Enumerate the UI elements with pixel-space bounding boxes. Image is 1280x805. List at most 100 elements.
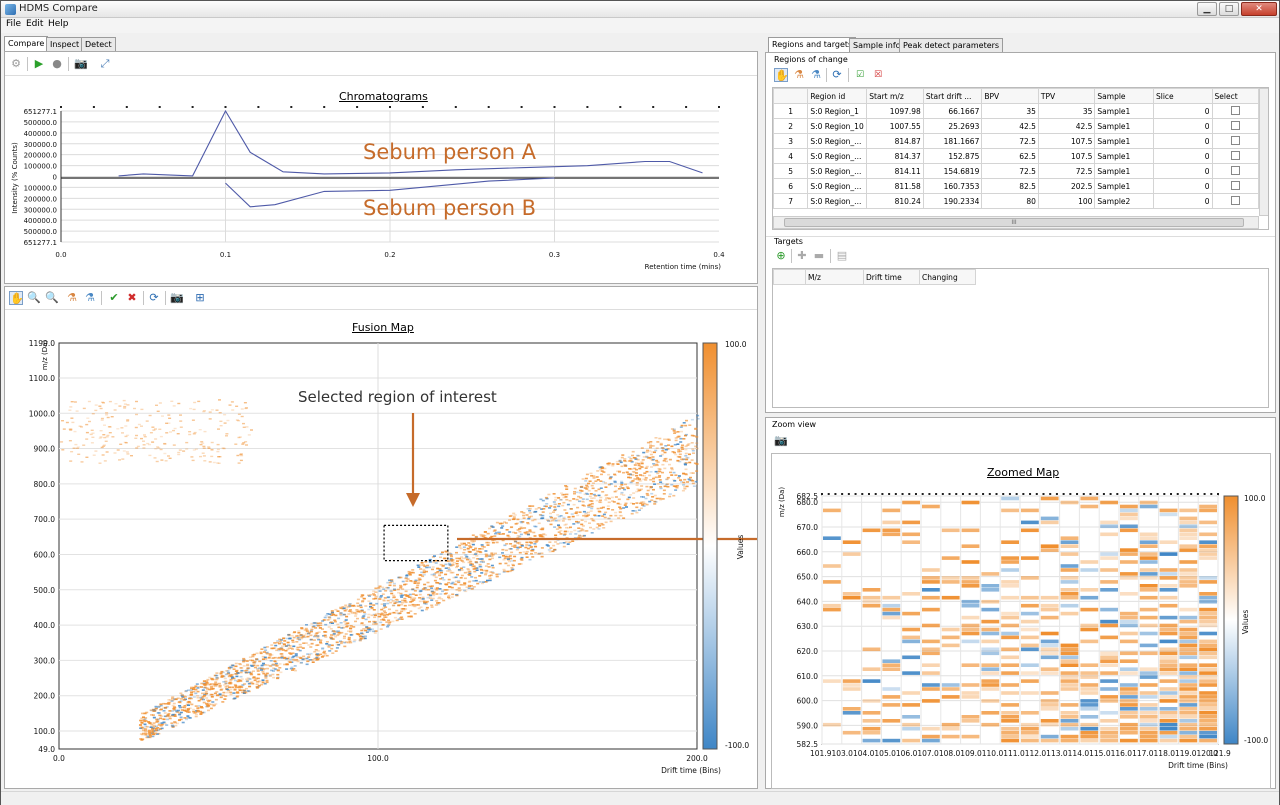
flask-blue-icon[interactable]: ⚗	[809, 68, 823, 82]
regions-horizontal-scrollbar[interactable]: III	[773, 216, 1259, 229]
flask-orange-icon[interactable]: ⚗	[65, 291, 79, 305]
fullscreen-icon[interactable]: ⤢	[98, 57, 112, 71]
regions-col-2[interactable]: Start m/z	[866, 88, 924, 104]
regions-col-4[interactable]: BPV	[981, 88, 1039, 104]
zoom-out-icon[interactable]: 🔍	[45, 291, 59, 305]
zoom-tick-mark	[935, 493, 938, 495]
targets-col-drift-time[interactable]: Drift time	[863, 269, 920, 285]
regions-col-6[interactable]: Sample	[1094, 88, 1154, 104]
select-checkbox[interactable]	[1230, 150, 1240, 160]
regions-col-3[interactable]: Start drift ...	[922, 88, 983, 104]
zoom-y-tick: 680.0	[797, 498, 819, 507]
menu-file[interactable]: File	[6, 19, 21, 29]
stop-icon[interactable]: ●	[50, 57, 64, 71]
refresh-icon[interactable]: ⟳	[830, 68, 844, 82]
zoom-colorbar-max: 100.0	[1244, 494, 1266, 503]
zoomed-map-plot[interactable]: 682.5680.0670.0660.0650.0640.0630.0620.0…	[772, 482, 1270, 788]
table-cell: 814.37	[866, 148, 924, 164]
chromatogram-plot: 651277.1 500000.0 400000.0 300000.0 200000.0…	[11, 106, 725, 271]
targets-col-changing[interactable]: Changing	[919, 269, 976, 285]
table-cell: 0	[1152, 118, 1213, 134]
regions-col-7[interactable]: Slice	[1152, 88, 1213, 104]
chromatogram-x-tick: 0.1	[220, 251, 231, 259]
table-row[interactable]: 3 S:0 Region_... 814.87 181.1667 72.5 107.5 Sa…	[773, 133, 1260, 149]
chromatogram-tick-mark	[487, 106, 490, 108]
tab-detect[interactable]: Detect	[81, 37, 116, 52]
select-cell	[1211, 133, 1260, 149]
accept-icon[interactable]: ✔	[107, 291, 121, 305]
table-cell: S:0 Region_...	[807, 163, 868, 179]
regions-col-5[interactable]: TPV	[1037, 88, 1096, 104]
remove-target-icon[interactable]: ▬	[812, 249, 826, 263]
title-bar: HDMS Compare ▁ □ ✕	[1, 1, 1279, 18]
table-row[interactable]: 5 S:0 Region_... 814.11 154.6819 72.5 72.5 Sam…	[773, 163, 1260, 179]
refresh-icon[interactable]: ⟳	[147, 291, 161, 305]
tab-sample-info[interactable]: Sample info	[849, 38, 905, 53]
zoom-tick-mark	[1210, 493, 1213, 495]
tab-peak-detect-parameters[interactable]: Peak detect parameters	[899, 38, 1004, 53]
select-region-icon[interactable]: ✋	[9, 291, 24, 305]
regions-col-0[interactable]	[773, 88, 809, 104]
targets-col-mz[interactable]: M/z	[805, 269, 864, 285]
flask-blue-icon[interactable]: ⚗	[83, 291, 97, 305]
fusion-x-label: Drift time (Bins)	[661, 766, 721, 775]
select-checkbox[interactable]	[1230, 180, 1240, 190]
menu-edit[interactable]: Edit	[26, 19, 43, 29]
select-checkbox[interactable]	[1230, 135, 1240, 145]
camera-icon[interactable]: 📷	[170, 291, 184, 305]
zoom-tick-mark	[1082, 493, 1085, 495]
regions-col-8[interactable]: Select	[1211, 88, 1260, 104]
tab-inspect[interactable]: Inspect	[46, 37, 84, 52]
zoom-tick-mark	[1049, 493, 1052, 495]
add-target-icon[interactable]: ✚	[795, 249, 809, 263]
fusion-x-tick: 0.0	[53, 754, 65, 763]
menu-help[interactable]: Help	[48, 19, 69, 29]
zoom-y-tick: 582.5	[797, 740, 819, 749]
scrollbar-thumb[interactable]: III	[784, 218, 1244, 227]
uncheck-all-icon[interactable]: ☒	[871, 68, 885, 82]
table-row[interactable]: 6 S:0 Region_... 811.58 160.7353 82.5 202.5 Sa…	[773, 178, 1260, 194]
flask-orange-icon[interactable]: ⚗	[792, 68, 806, 82]
toolbar-separator	[143, 291, 144, 305]
toolbar-separator	[101, 291, 102, 305]
fusion-y-tick: 100.0	[34, 727, 56, 736]
select-checkbox[interactable]	[1230, 165, 1240, 175]
zoom-tick-mark	[948, 493, 951, 495]
settings-icon[interactable]: ⚙	[9, 57, 23, 71]
target-list-icon[interactable]: ▤	[835, 249, 849, 263]
app-icon	[5, 4, 16, 15]
minimize-button[interactable]: ▁	[1197, 2, 1217, 16]
table-cell: 190.2334	[922, 193, 983, 209]
check-all-icon[interactable]: ☑	[853, 68, 867, 82]
select-checkbox[interactable]	[1230, 195, 1240, 205]
reject-icon[interactable]: ✖	[125, 291, 139, 305]
chromatogram-x-tick: 0.2	[384, 251, 395, 259]
target-refresh-icon[interactable]: ⊕	[774, 249, 788, 263]
targets-col-index[interactable]	[773, 269, 806, 285]
zoom-y-tick: 630.0	[797, 622, 819, 631]
select-checkbox[interactable]	[1230, 105, 1240, 115]
zoom-in-icon[interactable]: 🔍	[27, 291, 41, 305]
camera-icon[interactable]: 📷	[774, 434, 788, 448]
fit-view-icon[interactable]: ⊞	[193, 291, 207, 305]
table-row[interactable]: 1 S:0 Region_1 1097.98 66.1667 35 35 Sample1 0	[773, 103, 1260, 119]
chromatogram-tick-mark	[257, 106, 260, 108]
table-row[interactable]: 7 S:0 Region_... 810.24 190.2334 80 100 Sample…	[773, 193, 1260, 209]
table-row[interactable]: 2 S:0 Region_10 1007.55 25.2693 42.5 42.5 Samp…	[773, 118, 1260, 134]
tab-compare[interactable]: Compare	[4, 36, 49, 52]
close-button[interactable]: ✕	[1241, 2, 1277, 16]
regions-col-1[interactable]: Region id	[807, 88, 868, 104]
maximize-button[interactable]: □	[1219, 2, 1239, 16]
zoom-tick-mark	[1076, 493, 1079, 495]
table-cell: 6	[773, 178, 809, 194]
table-cell: Sample1	[1094, 178, 1154, 194]
table-row[interactable]: 4 S:0 Region_... 814.37 152.875 62.5 107.5 Sam…	[773, 148, 1260, 164]
tab-regions-and-targets[interactable]: Regions and targets	[768, 37, 857, 53]
play-icon[interactable]: ▶	[32, 57, 46, 71]
toolbar-divider	[5, 75, 757, 76]
select-tool-icon[interactable]: ✋	[774, 68, 789, 82]
select-checkbox[interactable]	[1230, 120, 1240, 130]
fusion-y-tick: 49.0	[38, 745, 55, 754]
camera-icon[interactable]: 📷	[74, 57, 88, 71]
regions-vertical-scrollbar[interactable]	[1259, 88, 1268, 216]
